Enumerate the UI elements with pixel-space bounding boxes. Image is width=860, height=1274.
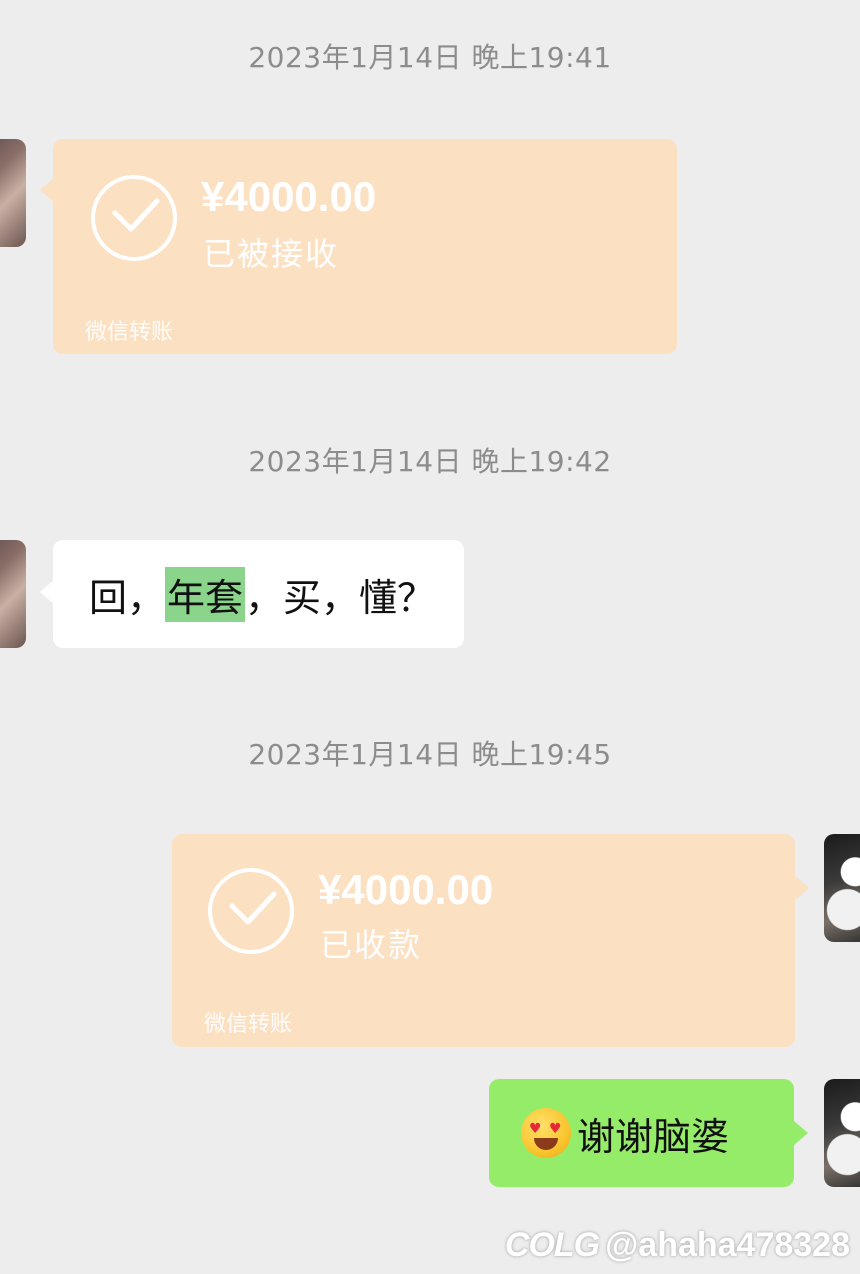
- wechat-transfer-label: 微信转账: [204, 1012, 293, 1037]
- user-avatar[interactable]: [824, 834, 860, 942]
- sent-text-message[interactable]: ♥ ♥ 谢谢脑婆: [489, 1079, 794, 1187]
- timestamp: 2023年1月14日 晚上19:42: [248, 445, 612, 478]
- contact-avatar[interactable]: [0, 139, 26, 247]
- user-avatar[interactable]: [824, 1079, 860, 1187]
- watermark: COLG @ahaha478328: [505, 1226, 850, 1265]
- timestamp: 2023年1月14日 晚上19:45: [248, 738, 612, 771]
- transfer-status: 已收款: [320, 926, 423, 964]
- message-text: 谢谢脑婆: [577, 1114, 730, 1159]
- colg-logo: COLG: [504, 1226, 600, 1264]
- transfer-amount: ¥4000.00: [201, 173, 377, 220]
- bubble-tail: [40, 178, 54, 202]
- bubble-tail: [40, 580, 54, 604]
- wechat-transfer-label: 微信转账: [85, 320, 174, 345]
- timestamp: 2023年1月14日 晚上19:41: [248, 41, 612, 74]
- transfer-amount: ¥4000.00: [318, 866, 494, 913]
- received-text-message[interactable]: 回， 年套 ，买，懂？: [53, 540, 464, 648]
- transfer-card-received[interactable]: ¥4000.00 已被接收 微信转账: [53, 139, 677, 354]
- contact-avatar[interactable]: [0, 540, 26, 648]
- highlighted-text: 年套: [165, 566, 246, 622]
- bubble-tail: [795, 876, 809, 900]
- check-circle-icon: [91, 175, 177, 261]
- bubble-tail: [794, 1121, 808, 1145]
- heart-eyes-emoji-icon: ♥ ♥: [521, 1108, 571, 1158]
- message-text: 回，: [89, 575, 166, 620]
- transfer-status: 已被接收: [203, 235, 340, 273]
- message-text: ，买，懂？: [245, 575, 436, 620]
- transfer-card-collected[interactable]: ¥4000.00 已收款 微信转账: [172, 834, 795, 1047]
- watermark-handle: @ahaha478328: [605, 1226, 850, 1264]
- check-circle-icon: [208, 868, 294, 954]
